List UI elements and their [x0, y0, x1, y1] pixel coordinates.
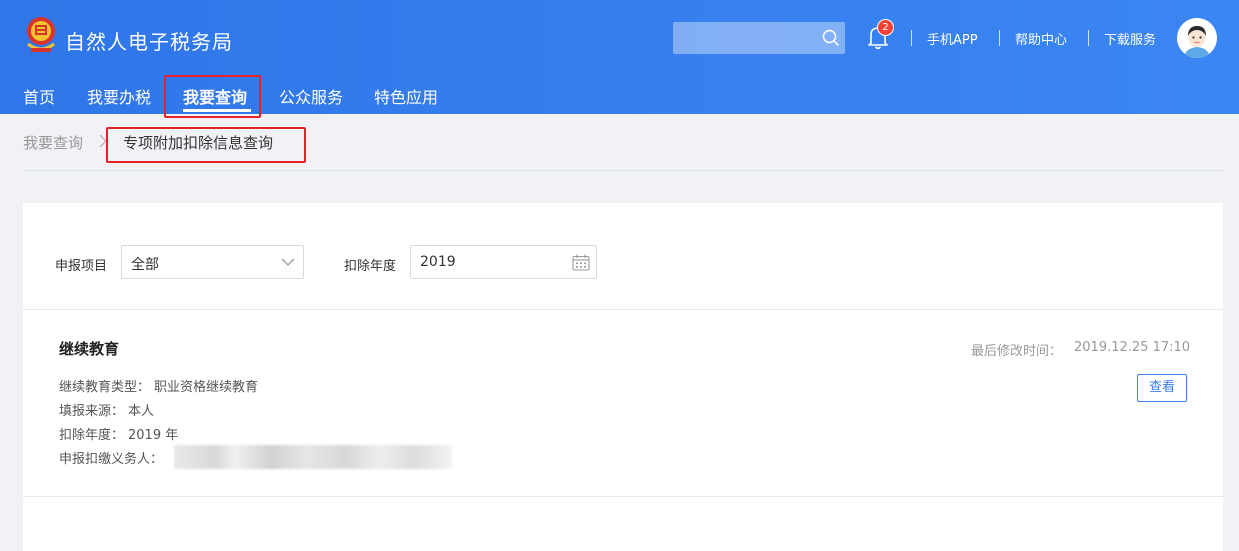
search-box[interactable] — [673, 22, 845, 54]
field-label: 继续教育类型： — [59, 380, 151, 395]
nav-featured-apps[interactable]: 特色应用 — [374, 84, 438, 108]
field-withholding-agent: 申报扣缴义务人： — [59, 448, 167, 467]
mobile-app-link[interactable]: 手机APP — [927, 29, 978, 48]
user-avatar[interactable] — [1177, 18, 1217, 58]
query-card: 申报项目 全部 扣除年度 2019 继续教育 最后修改时间： 2019.12.2… — [23, 203, 1223, 551]
tax-emblem-logo — [27, 17, 55, 52]
field-value: 职业资格继续教育 — [154, 380, 259, 395]
download-service-link[interactable]: 下载服务 — [1104, 29, 1156, 48]
highlight-box-breadcrumb — [106, 127, 306, 163]
user-avatar-icon — [1177, 18, 1217, 58]
highlight-box-nav — [164, 75, 261, 118]
help-center-link[interactable]: 帮助中心 — [1015, 29, 1067, 48]
field-label: 填报来源： — [59, 404, 125, 419]
nav-tax-handling[interactable]: 我要办税 — [87, 84, 151, 108]
header-separator — [999, 30, 1000, 46]
year-filter-label: 扣除年度 — [344, 259, 397, 274]
field-value: 本人 — [128, 404, 155, 419]
field-deduction-year: 扣除年度： 2019 年 — [59, 424, 178, 443]
nav-public-services[interactable]: 公众服务 — [279, 84, 343, 108]
search-input[interactable] — [673, 22, 813, 54]
field-education-type: 继续教育类型： 职业资格继续教育 — [59, 376, 258, 395]
nav-home[interactable]: 首页 — [23, 84, 55, 108]
notification-badge: 2 — [877, 19, 894, 36]
breadcrumb-divider — [23, 170, 1223, 171]
redacted-withholding-agent — [174, 445, 452, 469]
search-icon[interactable] — [821, 28, 841, 48]
view-button[interactable]: 查看 — [1137, 374, 1187, 402]
field-label: 申报扣缴义务人： — [59, 452, 164, 467]
record-divider — [23, 496, 1223, 497]
field-value: 2019 年 — [128, 428, 179, 443]
filter-divider — [23, 309, 1223, 310]
calendar-icon[interactable] — [572, 254, 590, 271]
last-modified-value: 2019.12.25 17:10 — [1074, 340, 1191, 355]
breadcrumb-root[interactable]: 我要查询 — [23, 132, 83, 153]
project-filter-label: 申报项目 — [55, 259, 108, 274]
field-source: 填报来源： 本人 — [59, 400, 154, 419]
last-modified-label: 最后修改时间： — [971, 344, 1063, 359]
record-title: 继续教育 — [59, 340, 120, 358]
header-separator — [1088, 30, 1089, 46]
project-select-value: 全部 — [131, 257, 159, 273]
header-separator — [911, 30, 912, 46]
field-label: 扣除年度： — [59, 428, 125, 443]
chevron-down-icon — [281, 258, 295, 266]
project-select[interactable]: 全部 — [121, 245, 304, 279]
year-picker-value: 2019 — [420, 254, 456, 270]
site-title: 自然人电子税务局 — [65, 30, 233, 54]
year-picker[interactable]: 2019 — [410, 245, 597, 279]
